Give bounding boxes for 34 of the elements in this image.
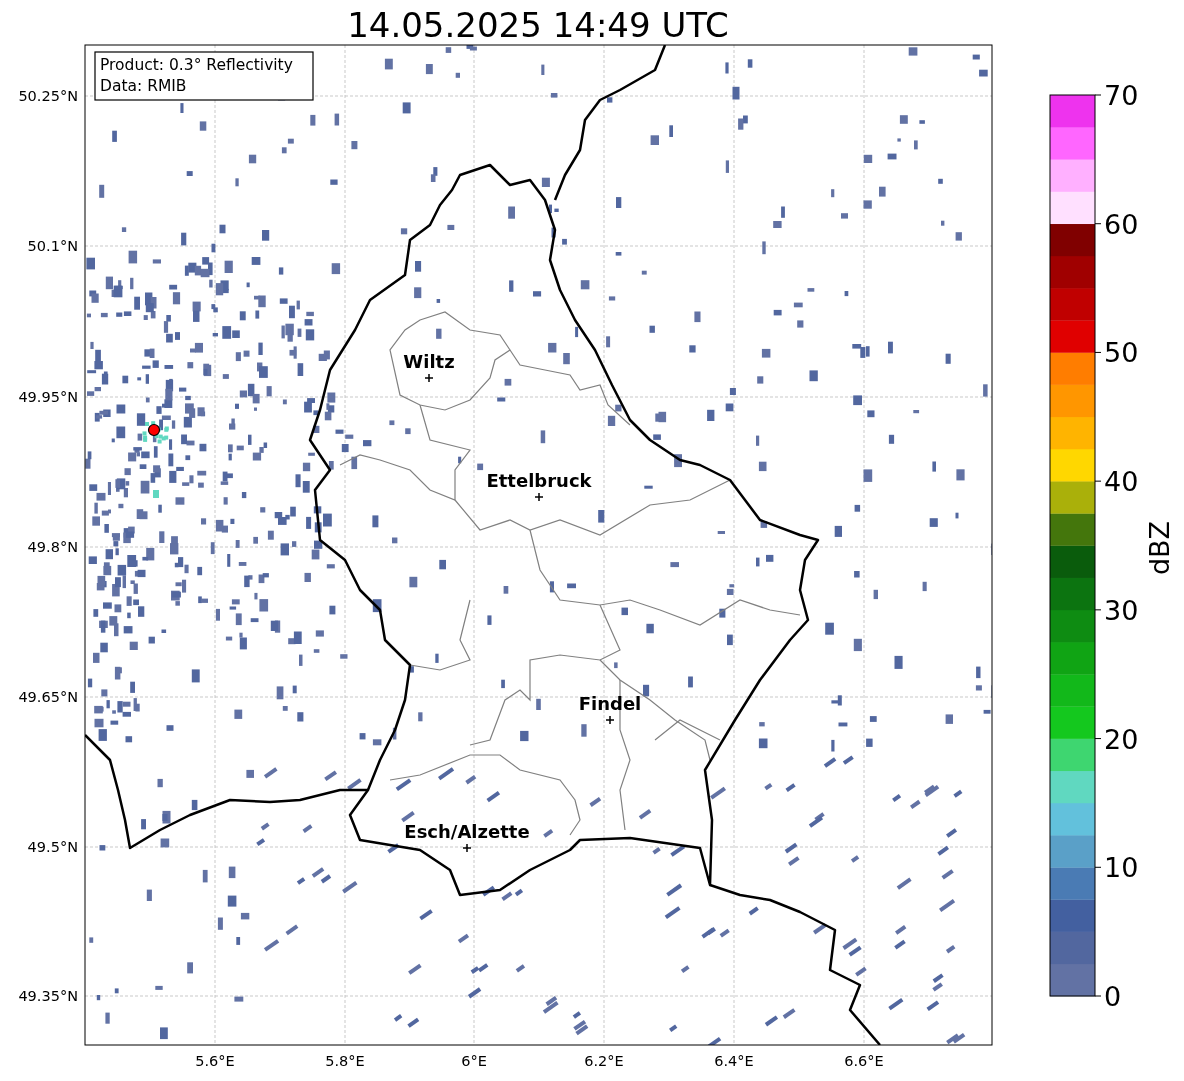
info-text: Product: 0.3° Reflectivity	[100, 56, 293, 74]
longitude-label: 6.2°E	[584, 1053, 624, 1069]
longitude-label: 6.4°E	[714, 1053, 754, 1069]
latitude-label: 49.65°N	[18, 689, 78, 705]
colorbar-tick-label: 10	[1104, 852, 1139, 884]
city-marker-icon	[605, 715, 615, 725]
radar-site-icon	[147, 423, 161, 437]
chart-title: 14.05.2025 14:49 UTC	[347, 5, 729, 45]
longitude-label: 6°E	[461, 1053, 487, 1069]
city-marker-icon	[462, 843, 472, 853]
city-label: Ettelbruck	[486, 470, 592, 491]
colorbar-label: dBZ	[1144, 520, 1175, 576]
colorbar-tick-label: 0	[1104, 981, 1122, 1012]
city-marker-icon	[424, 373, 434, 383]
city-label: Wiltz	[403, 351, 455, 372]
latitude-label: 50.25°N	[18, 88, 78, 104]
latitude-label: 50.1°N	[27, 238, 78, 254]
latitude-label: 49.8°N	[27, 539, 78, 555]
city-label: Findel	[578, 693, 642, 714]
longitude-label: 5.6°E	[195, 1053, 235, 1069]
latitude-label: 49.35°N	[18, 988, 78, 1004]
colorbar-tick-label: 30	[1104, 594, 1139, 626]
longitude-label: 5.8°E	[325, 1053, 365, 1069]
colorbar-tick-label: 40	[1104, 466, 1139, 498]
latitude-label: 49.95°N	[18, 389, 78, 405]
colorbar-tick-label: 20	[1104, 723, 1139, 755]
info-text: Data: RMIB	[100, 77, 187, 95]
longitude-label: 6.6°E	[844, 1053, 884, 1069]
colorbar-tick-label: 50	[1104, 337, 1139, 369]
colorbar-tick-label: 70	[1104, 80, 1139, 111]
colorbar-tick-label: 60	[1104, 208, 1139, 240]
city-marker-icon	[534, 492, 544, 502]
city-label: Esch/Alzette	[404, 821, 530, 842]
latitude-label: 49.5°N	[27, 839, 78, 855]
